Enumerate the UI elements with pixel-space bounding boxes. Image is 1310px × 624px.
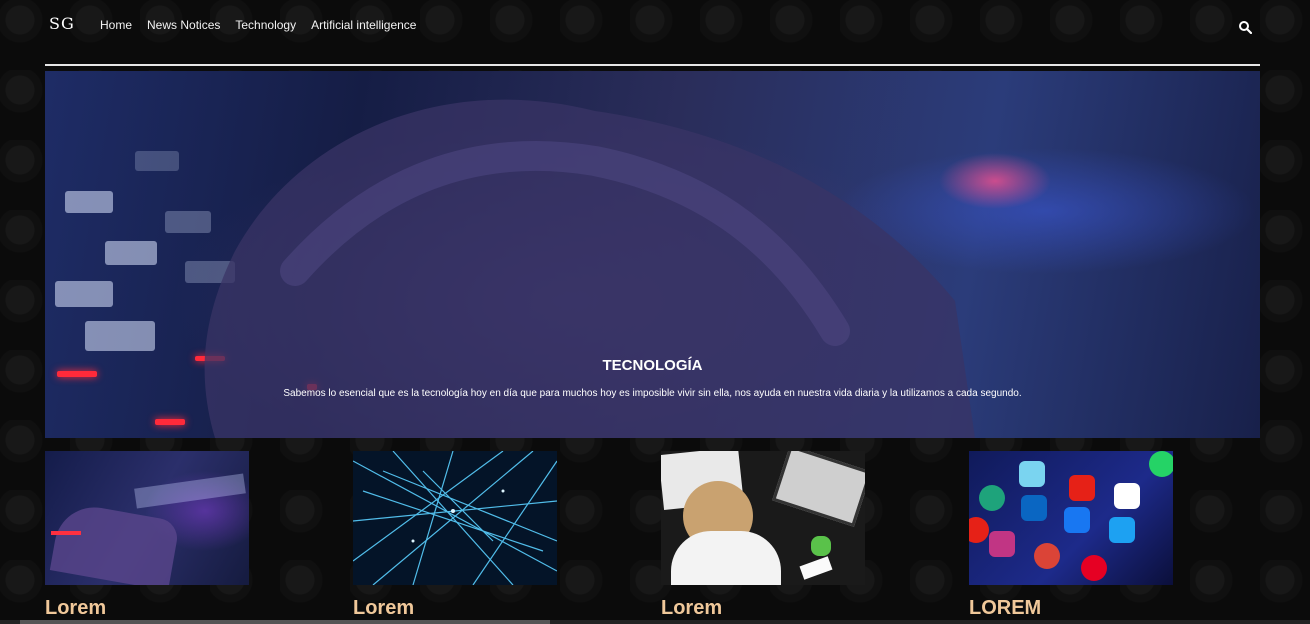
scrollbar-thumb[interactable] — [20, 620, 550, 624]
article-card[interactable]: Lorem — [353, 451, 557, 620]
card-thumbnail-stressed-worker[interactable] — [661, 451, 865, 585]
card-title[interactable]: Lorem — [45, 597, 249, 620]
main-menu: Home News Notices Technology Artificial … — [100, 18, 416, 32]
card-thumbnail-keyboard[interactable] — [45, 451, 249, 585]
article-card[interactable]: Lorem — [661, 451, 865, 620]
search-icon[interactable] — [1238, 20, 1252, 34]
card-title[interactable]: LOREM — [969, 597, 1173, 620]
card-title[interactable]: Lorem — [661, 597, 865, 620]
hero-title: TECNOLOGÍA — [602, 357, 703, 374]
card-title[interactable]: Lorem — [353, 597, 557, 620]
hero-banner: TECNOLOGÍA Sabemos lo esencial que es la… — [45, 71, 1260, 438]
nav-item-technology[interactable]: Technology — [235, 18, 296, 32]
hero-caption: TECNOLOGÍA Sabemos lo esencial que es la… — [45, 357, 1260, 399]
top-navigation: SG Home News Notices Technology Artifici… — [45, 0, 1260, 66]
card-thumbnail-network[interactable] — [353, 451, 557, 585]
nav-item-news-notices[interactable]: News Notices — [147, 18, 220, 32]
article-card[interactable]: LOREM — [969, 451, 1173, 620]
nav-item-home[interactable]: Home — [100, 18, 132, 32]
site-logo[interactable]: SG — [49, 14, 75, 33]
hero-description: Sabemos lo esencial que es la tecnología… — [283, 388, 1022, 399]
article-card[interactable]: Lorem — [45, 451, 249, 620]
horizontal-scrollbar[interactable] — [0, 620, 1310, 624]
nav-item-artificial-intelligence[interactable]: Artificial intelligence — [311, 18, 416, 32]
card-thumbnail-social-apps[interactable] — [969, 451, 1173, 585]
